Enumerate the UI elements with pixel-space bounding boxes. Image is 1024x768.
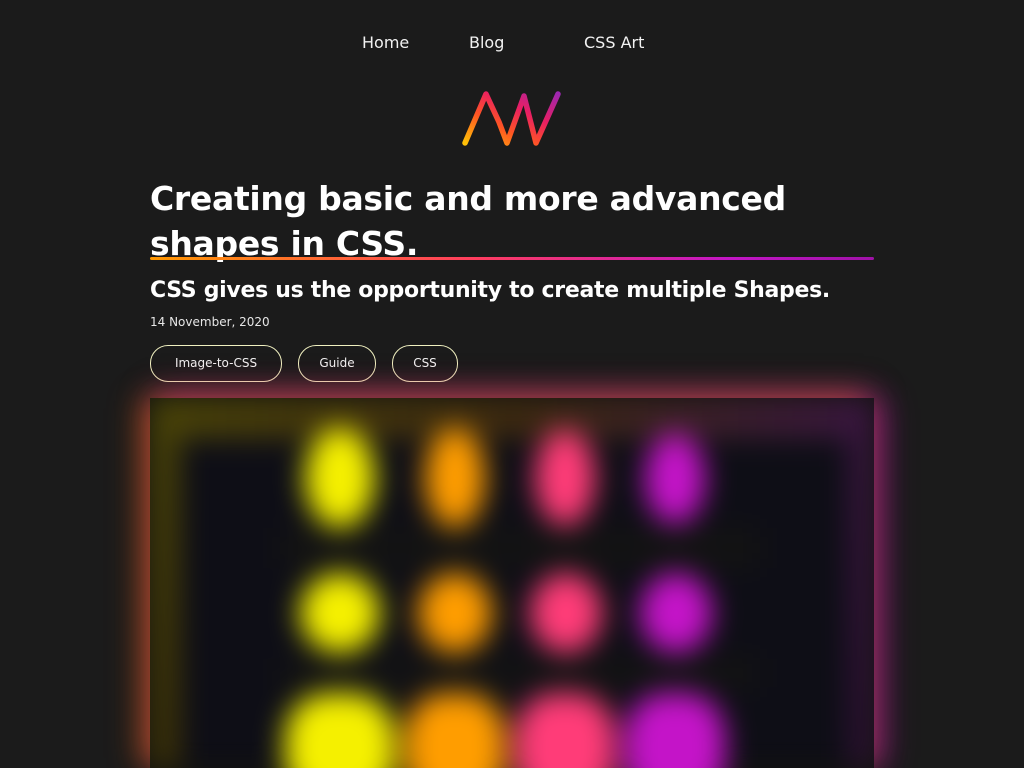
nav-blog-link[interactable]: Blog [469,33,504,52]
hero-shape-purple [625,693,725,768]
tag-css[interactable]: CSS [392,345,458,382]
hero-shape-pink [535,430,595,526]
hero-shape-pink [530,573,602,653]
hero-shape-yellow [285,693,395,768]
hero-shape-purple [645,434,705,524]
hero-shape-orange [418,573,492,653]
nav-home-link[interactable]: Home [362,33,409,52]
hero-shape-yellow [305,428,375,528]
tag-guide[interactable]: Guide [298,345,376,382]
page: Home Blog CSS Art Creating basic and mor… [0,0,1024,768]
article-title: Creating basic and more advanced shapes … [150,179,786,263]
title-underline [150,257,874,260]
hero-shape-purple [640,573,712,653]
hero-shape-orange [405,693,505,768]
tag-image-to-css[interactable]: Image-to-CSS [150,345,282,382]
site-logo[interactable] [459,88,565,150]
article-date: 14 November, 2020 [150,315,270,329]
hero-shape-pink [515,693,615,768]
hero-shape-orange [425,428,485,528]
nav-css-art-link[interactable]: CSS Art [584,33,644,52]
article-subtitle: CSS gives us the opportunity to create m… [150,278,830,303]
hero-shape-yellow [300,573,380,653]
hero-image [150,398,874,768]
main-nav: Home Blog CSS Art [0,33,1024,57]
aw-logo-icon [462,91,561,146]
